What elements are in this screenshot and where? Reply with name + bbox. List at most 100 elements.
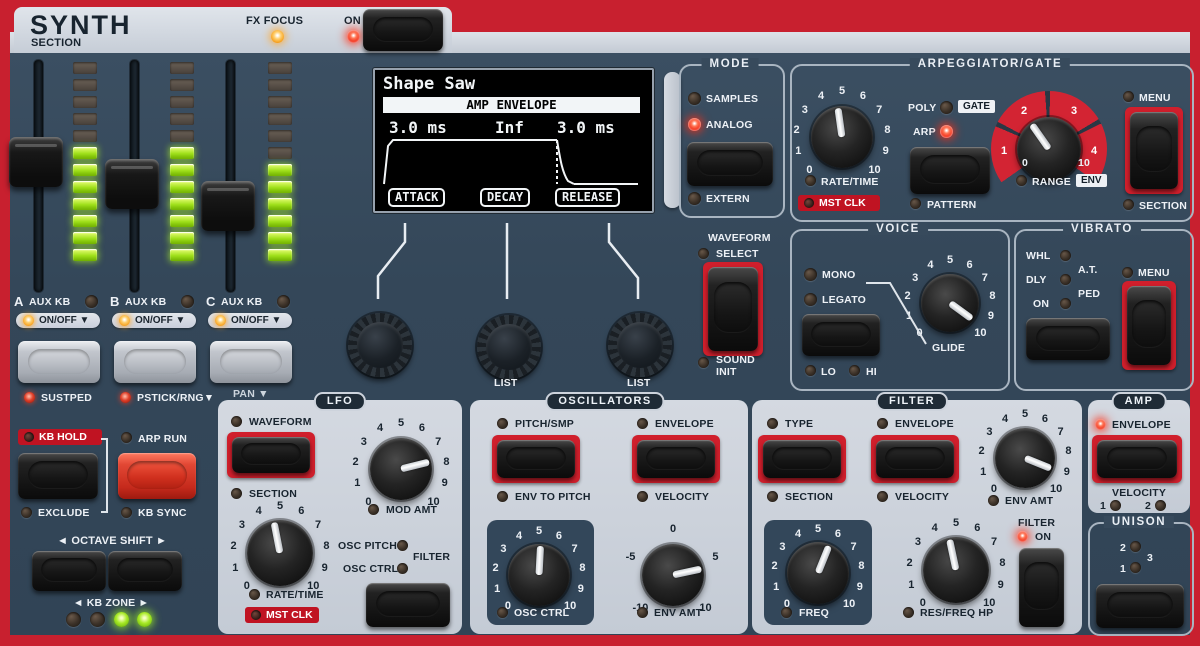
lfo-filter-label: FILTER	[413, 551, 450, 563]
knob-tick-label: 4	[818, 90, 824, 102]
arp-menu-led	[1123, 91, 1134, 102]
filter-on-label-2: ON	[1035, 531, 1051, 543]
channel-c-aux-label: AUX KB	[221, 296, 262, 308]
arp-mst-clk-led	[804, 198, 814, 208]
channel-b-button[interactable]	[114, 341, 196, 383]
knob-tick-label: 3	[915, 536, 921, 548]
arp-run-button[interactable]	[118, 453, 196, 499]
osc-envelope-button[interactable]	[637, 440, 715, 478]
knob-pointer	[946, 539, 959, 571]
channel-a-letter: A	[14, 294, 24, 309]
filter-env-amt-label: ENV AMT	[1005, 495, 1053, 507]
knob-tick-label: 7	[435, 436, 441, 448]
amp-envelope-button-frame	[1092, 435, 1182, 483]
unison-button[interactable]	[1096, 584, 1184, 628]
kb-hold-button[interactable]	[18, 453, 98, 499]
voice-hi-label: HI	[866, 366, 877, 378]
display-encoder-2[interactable]	[477, 315, 541, 379]
display-encoder-1[interactable]	[348, 313, 412, 377]
lfo-mst-clk-box: MST CLK	[245, 607, 319, 623]
fader-c-track	[226, 60, 235, 292]
filter-title: FILTER	[876, 392, 948, 411]
amp-velocity-2: 2	[1145, 500, 1151, 512]
kb-hold-box: KB HOLD	[18, 429, 102, 445]
arp-rate-time-label: RATE/TIME	[821, 176, 879, 188]
lfo-osc-pitch-label: OSC PITCH	[338, 540, 397, 552]
arp-range-knob[interactable]	[989, 89, 1109, 209]
knob-tick-label: 4	[1002, 413, 1008, 425]
octave-shift-up-button[interactable]	[108, 551, 182, 591]
fader-b-handle[interactable]	[105, 159, 159, 209]
meter-segment	[170, 62, 194, 74]
arp-range-zero: 0	[1022, 157, 1028, 169]
knob-pointer	[536, 546, 545, 575]
meter-segment	[268, 113, 292, 125]
vibrato-select-button[interactable]	[1026, 318, 1110, 360]
meter-segment	[268, 96, 292, 108]
knob-tick-label: 2	[907, 557, 913, 569]
unison-1-label: 1	[1120, 563, 1126, 575]
knob-body	[923, 537, 989, 603]
kb-zone-label: ◄ KB ZONE ►	[73, 597, 149, 609]
fader-a-handle[interactable]	[9, 137, 63, 187]
arp-env-tag: ENV	[1076, 174, 1107, 187]
channel-b-sub-led	[120, 392, 131, 403]
meter-segment	[73, 164, 97, 176]
arp-section-button[interactable]	[1130, 112, 1178, 189]
knob-pointer	[815, 545, 832, 575]
amp-envelope-led	[1095, 419, 1106, 430]
channel-a-button[interactable]	[18, 341, 100, 383]
knob-tick-label: 2	[492, 562, 498, 574]
osc-pitch-smp-led	[497, 418, 508, 429]
osc-env-amt-label: ENV AMT	[654, 607, 702, 619]
amp-envelope-button[interactable]	[1097, 440, 1177, 478]
knob-body	[811, 106, 873, 168]
osc-velocity-label: VELOCITY	[655, 491, 709, 503]
on-label: ON	[344, 15, 361, 27]
kb-zone-led-1	[66, 612, 81, 627]
display-encoder-3[interactable]	[608, 313, 672, 377]
knob-tick-label: 0	[806, 164, 812, 176]
amp-envelope-label: ENVELOPE	[1112, 419, 1171, 431]
lfo-dest-button[interactable]	[366, 583, 450, 627]
arp-run-led	[121, 432, 132, 443]
knob-tick-label: 6	[974, 522, 980, 534]
knob-tick-label: 8	[443, 456, 449, 468]
exclude-label: EXCLUDE	[38, 507, 90, 519]
arp-mode-button[interactable]	[910, 147, 990, 194]
voice-mode-button[interactable]	[802, 314, 880, 356]
fader-c-handle[interactable]	[201, 181, 255, 231]
knob-tick-label: 1	[773, 581, 779, 593]
meter-segment	[268, 147, 292, 159]
vibrato-section-button[interactable]	[1127, 286, 1171, 365]
octave-shift-down-button[interactable]	[32, 551, 106, 591]
vibrato-on-label: ON	[1033, 298, 1049, 310]
filter-res-label: RES/FREQ HP	[920, 607, 993, 619]
filter-on-button[interactable]	[1019, 548, 1064, 627]
waveform-select-button[interactable]	[708, 267, 758, 351]
level-meter-c	[268, 62, 292, 261]
channel-c-button[interactable]	[210, 341, 292, 383]
knob-tick-label: 8	[989, 290, 995, 302]
channel-c-onoff-pill: ON/OFF ▼	[208, 313, 292, 328]
filter-type-button[interactable]	[763, 440, 841, 478]
knob-tick-label: 2	[794, 124, 800, 136]
knob-tick-label: 7	[572, 543, 578, 555]
arp-pattern-led	[910, 198, 921, 209]
mode-button[interactable]	[687, 142, 773, 186]
encoder-2-list-label: LIST	[494, 377, 518, 389]
unison-3-label: 3	[1147, 552, 1153, 564]
lfo-waveform-button[interactable]	[232, 437, 310, 473]
level-meter-b	[170, 62, 194, 261]
meter-segment	[268, 62, 292, 74]
filter-type-button-frame	[758, 435, 846, 483]
osc-pitch-button[interactable]	[497, 440, 575, 478]
knob-tick-label: 6	[419, 422, 425, 434]
knob-tick-label: 6	[556, 530, 562, 542]
softkey-attack: ATTACK	[388, 188, 445, 207]
filter-envelope-button[interactable]	[876, 440, 954, 478]
knob-tick-label: 3	[912, 272, 918, 284]
section-on-button[interactable]	[363, 9, 443, 51]
osc-env-to-pitch-label: ENV TO PITCH	[515, 491, 591, 503]
waveform-select-label-2: SELECT	[716, 248, 759, 260]
